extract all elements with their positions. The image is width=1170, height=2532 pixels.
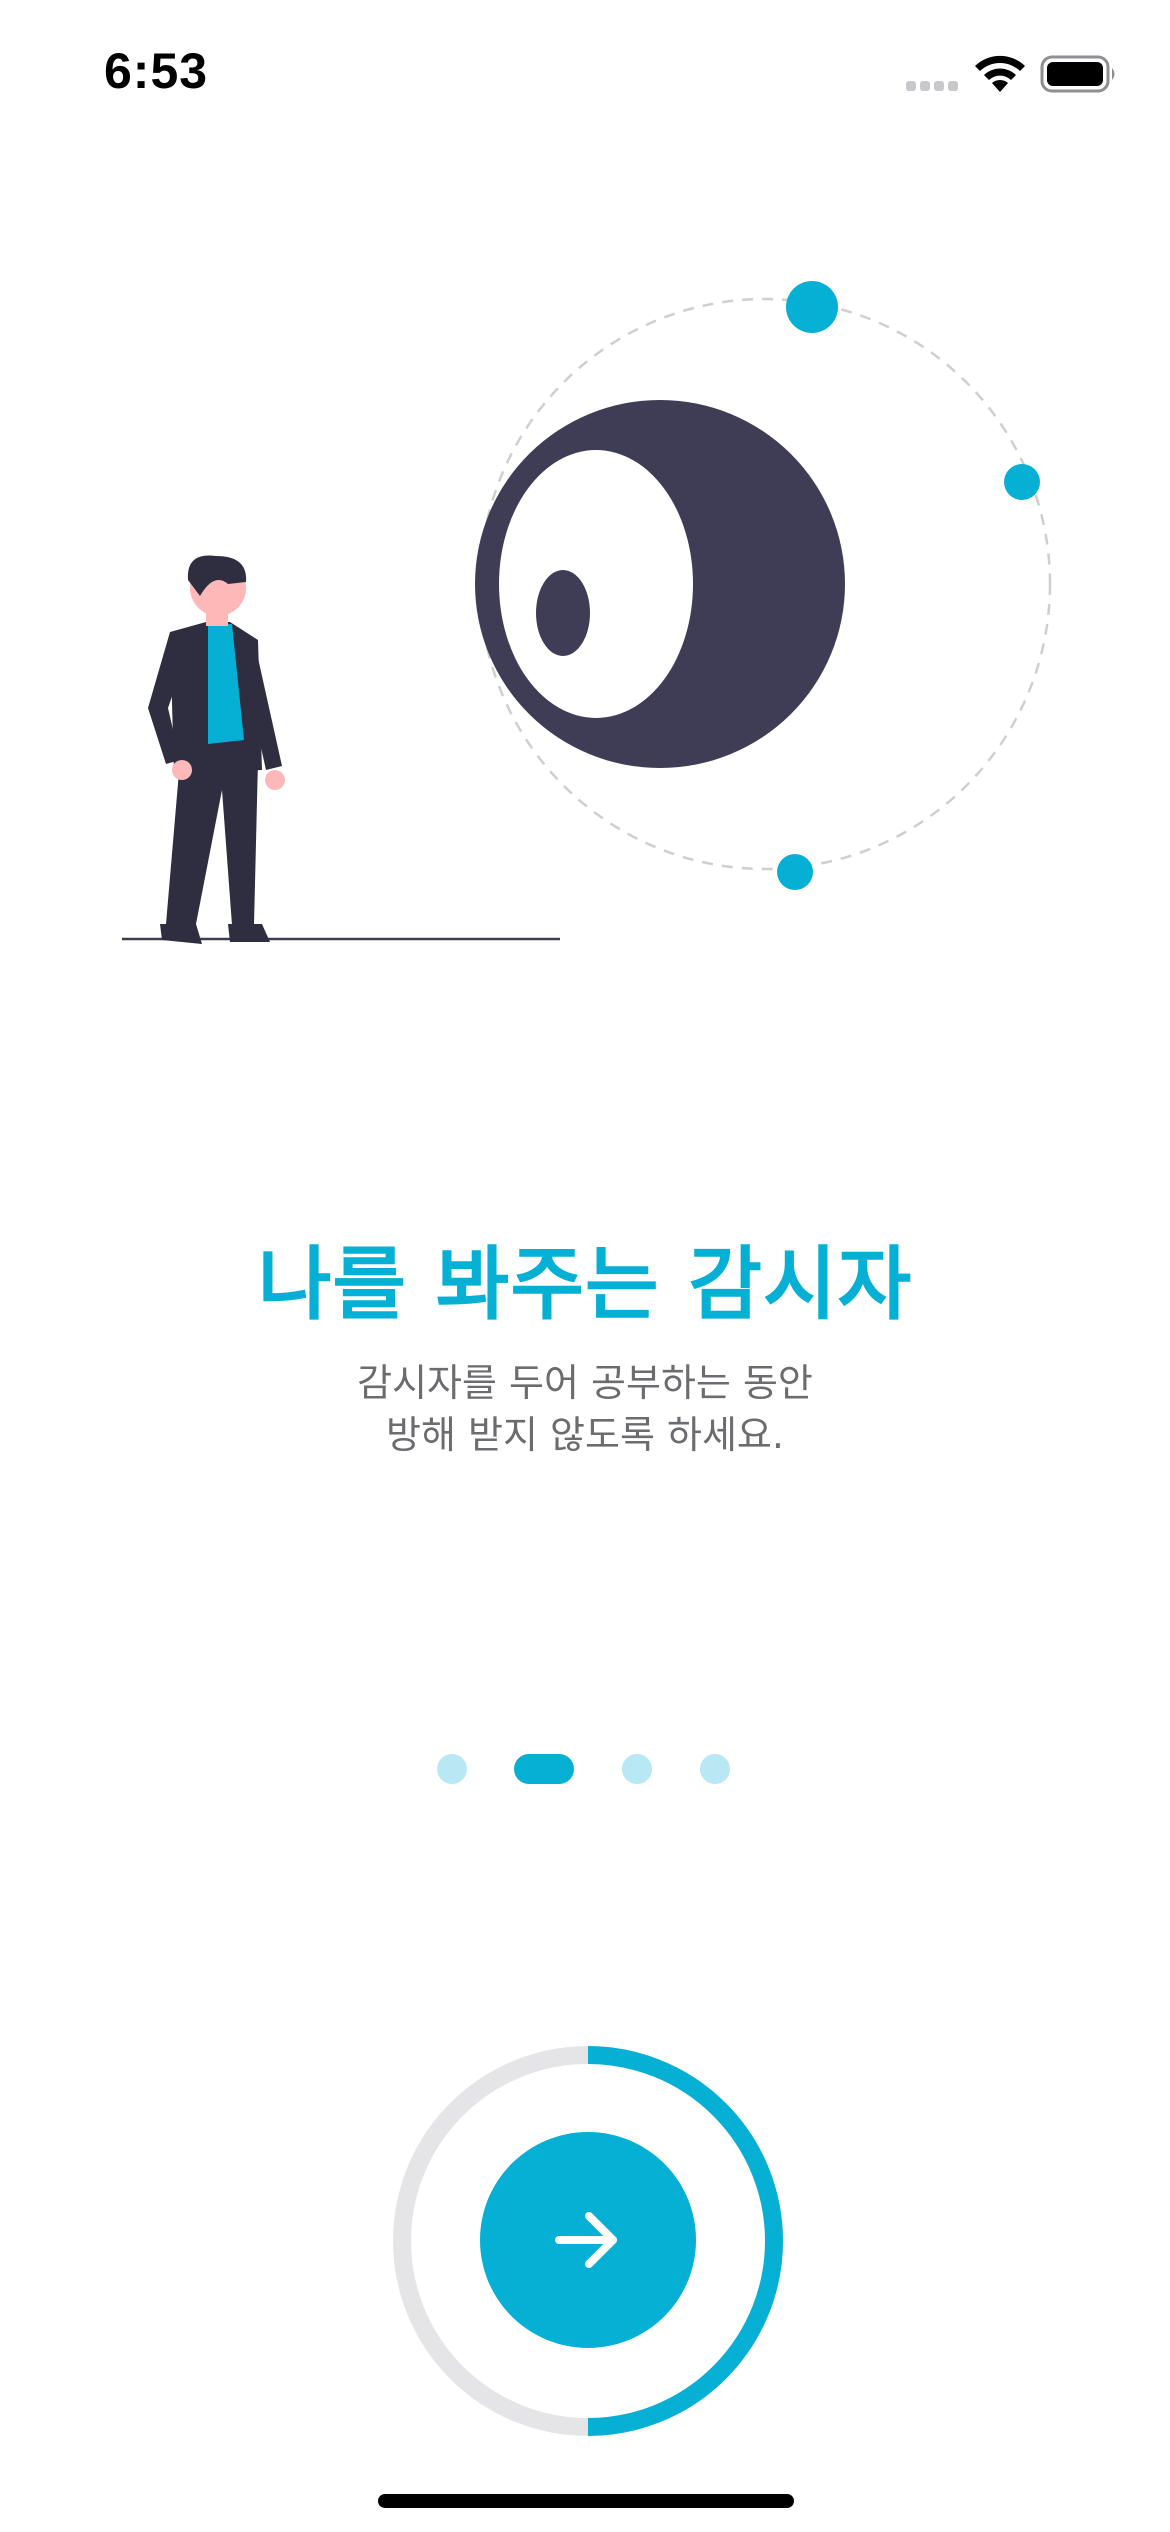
description-line-2: 방해 받지 않도록 하세요. <box>386 1413 784 1457</box>
page-dot-2[interactable] <box>514 1754 574 1784</box>
page-dot-3[interactable] <box>622 1754 652 1784</box>
arrow-right-icon <box>555 2212 617 2268</box>
wifi-icon <box>975 55 1025 92</box>
orbit-dot-right <box>1004 464 1040 500</box>
page-indicator <box>0 1752 1170 1786</box>
onboarding-description: 감시자를 두어 공부하는 동안 방해 받지 않도록 하세요. <box>0 1357 1170 1461</box>
eye-pupil <box>536 570 590 656</box>
onboarding-title: 나를 봐주는 감시자 <box>257 1238 913 1331</box>
home-indicator[interactable] <box>378 2494 794 2508</box>
status-bar: 6:53 <box>0 0 1170 150</box>
man-watching-eye-illustration <box>122 281 1052 944</box>
orbit-dot-top <box>786 281 838 333</box>
orbit-dot-bottom <box>777 854 813 890</box>
next-button[interactable] <box>480 2132 696 2348</box>
page-dot-1[interactable] <box>437 1754 467 1784</box>
man-figure <box>148 555 285 944</box>
status-time: 6:53 <box>104 43 209 99</box>
description-line-1: 감시자를 두어 공부하는 동안 <box>357 1361 813 1405</box>
battery-icon <box>1040 55 1115 93</box>
page-dot-4[interactable] <box>700 1754 730 1784</box>
signal-icon <box>906 81 958 91</box>
eye-white <box>499 450 693 718</box>
